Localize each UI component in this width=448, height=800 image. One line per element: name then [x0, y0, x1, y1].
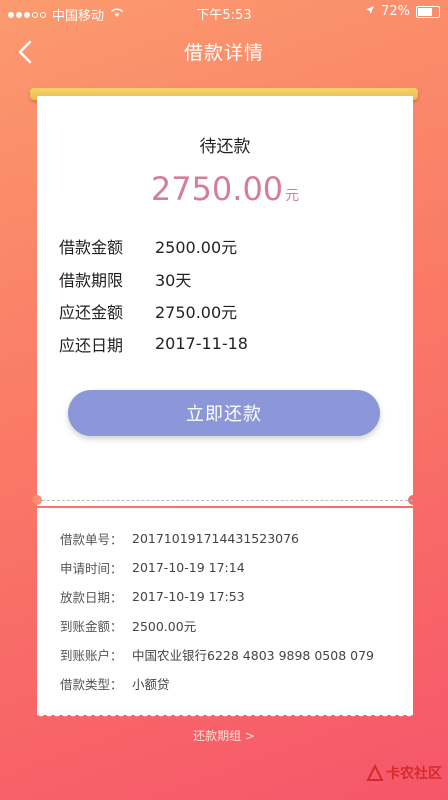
detail-label: 申请时间： — [60, 561, 123, 576]
status-right: 72% — [365, 4, 440, 19]
info-value: 2017-11-18 — [155, 334, 248, 354]
battery-percent: 72% — [381, 4, 410, 19]
detail-list: 借款单号： 201710191714431523076 申请时间： 2017-10-… — [60, 524, 374, 698]
ticket-torn-edge — [37, 712, 413, 720]
detail-value: 中国农业银行6228 4803 9898 0508 079 — [132, 648, 374, 663]
detail-row: 放款日期： 2017-10-19 17:53 — [60, 582, 374, 611]
detail-label: 借款单号： — [60, 532, 123, 547]
detail-row: 到账金额： 2500.00元 — [60, 611, 374, 640]
watermark: 卡农社区 — [366, 763, 442, 783]
repay-now-button[interactable]: 立即还款 — [68, 390, 380, 436]
page-title: 借款详情 — [183, 42, 264, 64]
loan-info: 借款金额 2500.00元 借款期限 30天 应还金额 2750.00元 应还日期 20… — [59, 230, 248, 360]
detail-value: 2017-10-19 17:53 — [132, 589, 245, 604]
location-icon — [365, 4, 375, 19]
detail-card: 借款单号： 201710191714431523076 申请时间： 2017-10-… — [37, 508, 413, 715]
detail-row: 申请时间： 2017-10-19 17:14 — [60, 553, 374, 582]
detail-label: 到账金额： — [60, 619, 123, 634]
detail-label: 放款日期： — [60, 590, 123, 605]
detail-row: 借款单号： 201710191714431523076 — [60, 524, 374, 553]
detail-label: 借款类型： — [60, 677, 123, 692]
watermark-logo-icon — [366, 764, 384, 781]
info-value: 2750.00元 — [155, 303, 238, 323]
detail-label: 到账账户： — [60, 648, 123, 663]
info-label: 应还金额 — [59, 303, 124, 323]
detail-value: 201710191714431523076 — [132, 531, 300, 546]
loan-card: 待还款 2750.00 元 借款金额 2500.00元 借款期限 30天 应还金额 27… — [37, 96, 413, 506]
amount-display: 2750.00 元 — [37, 170, 413, 208]
watermark-text: 卡农社区 — [386, 766, 442, 782]
status-bar: 中国移动 下午5:53 72% — [0, 0, 448, 26]
info-row: 应还金额 2750.00元 — [59, 295, 248, 328]
repayment-plan-link[interactable]: 还款期组 > — [0, 727, 448, 744]
battery-icon — [416, 5, 440, 18]
info-row: 借款金额 2500.00元 — [59, 230, 248, 263]
info-row: 应还日期 2017-11-18 — [59, 328, 248, 361]
detail-value: 2017-10-19 17:14 — [132, 560, 245, 575]
amount-unit: 元 — [285, 188, 300, 204]
detail-value: 小额贷 — [132, 677, 170, 692]
loan-status: 待还款 — [199, 137, 251, 157]
info-label: 应还日期 — [59, 335, 124, 355]
detail-row: 到账账户： 中国农业银行6228 4803 9898 0508 079 — [60, 640, 374, 669]
info-value: 30天 — [155, 270, 192, 290]
detail-row: 借款类型： 小额贷 — [60, 669, 374, 698]
info-row: 借款期限 30天 — [59, 263, 248, 296]
detail-value: 2500.00元 — [132, 619, 197, 634]
perforation-divider — [37, 500, 413, 501]
nav-bar: 借款详情 — [0, 26, 448, 78]
info-value: 2500.00元 — [155, 238, 238, 258]
info-label: 借款期限 — [59, 270, 124, 290]
amount-value: 2750.00 — [150, 170, 284, 208]
info-label: 借款金额 — [59, 238, 124, 258]
